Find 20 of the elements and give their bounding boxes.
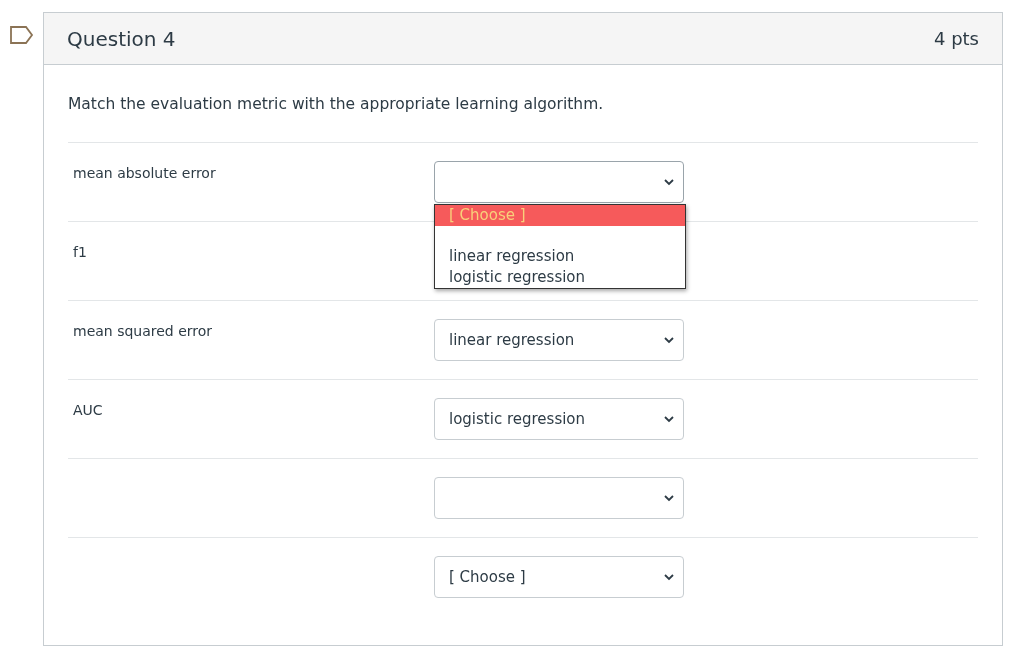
answer-dropdown[interactable]: logistic regression bbox=[434, 398, 684, 440]
answer-dropdown[interactable]: [ Choose ] bbox=[434, 556, 684, 598]
points-label: 4 pts bbox=[933, 28, 979, 49]
answer-dropdown[interactable] bbox=[434, 477, 684, 519]
question-title: Question 4 bbox=[67, 26, 176, 51]
metric-label: f1 bbox=[72, 243, 88, 260]
chevron-down-icon bbox=[664, 573, 674, 581]
metric-label: mean squared error bbox=[72, 322, 214, 339]
answer-dropdown[interactable]: linear regression bbox=[434, 319, 684, 361]
answer-dropdown[interactable] bbox=[434, 161, 684, 203]
metric-label: AUC bbox=[72, 401, 104, 418]
chevron-down-icon bbox=[664, 415, 674, 423]
chevron-down-icon bbox=[664, 336, 674, 344]
flag-icon[interactable] bbox=[9, 26, 34, 44]
dropdown-option[interactable]: logistic regression bbox=[435, 267, 685, 288]
chevron-down-icon bbox=[664, 178, 674, 186]
question-prompt: Match the evaluation metric with the appropriate learning algorithm. bbox=[68, 95, 605, 113]
metric-label: mean absolute error bbox=[72, 164, 217, 181]
dropdown-option[interactable]: linear regression bbox=[435, 246, 685, 267]
chevron-down-icon bbox=[664, 494, 674, 502]
